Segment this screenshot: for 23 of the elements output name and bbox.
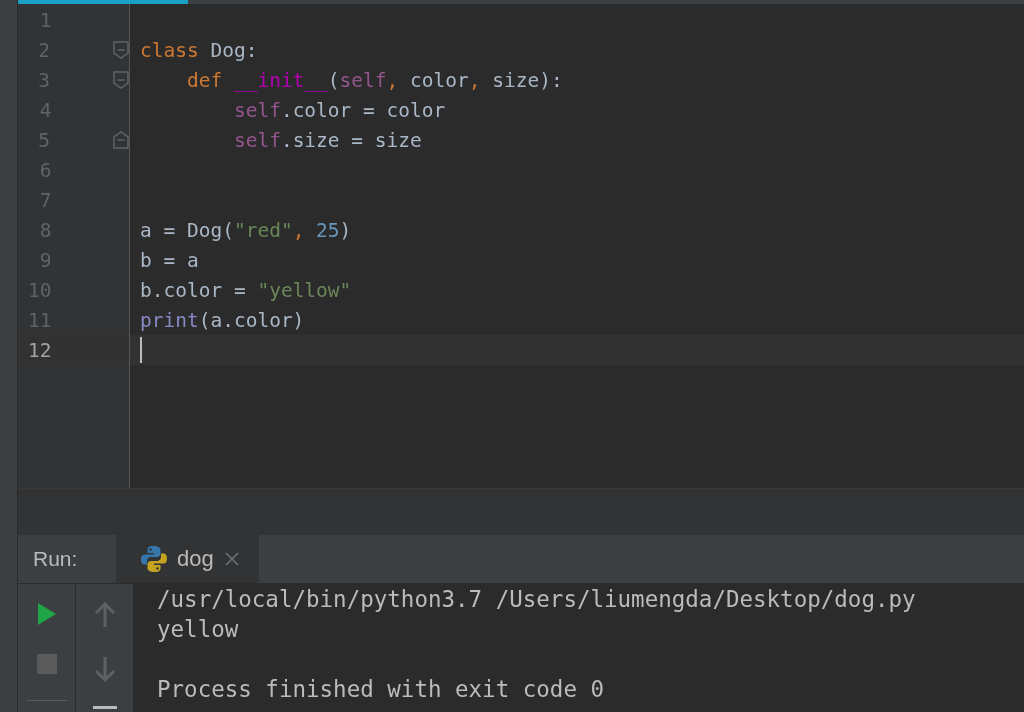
console-output-line: yellow	[157, 616, 239, 642]
code-line: class Dog:	[140, 38, 258, 62]
python-logo-icon	[140, 545, 168, 573]
fold-marker-icon[interactable]	[113, 41, 129, 59]
up-arrow-icon[interactable]	[93, 602, 116, 628]
close-icon[interactable]	[224, 552, 239, 566]
code-line: print(a.color)	[140, 308, 305, 332]
fold-marker-icon[interactable]	[113, 71, 129, 89]
stop-icon[interactable]	[36, 654, 57, 674]
code-line: def __init__(self, color, size):	[185, 68, 563, 92]
run-icon[interactable]	[35, 602, 58, 626]
code-line: b.color = "yellow"	[140, 278, 352, 302]
line-number: 12	[27, 338, 52, 362]
console-output-line: /usr/local/bin/python3.7 /Users/liumengda/Desktop/dog.py	[157, 586, 916, 612]
console-output-line: Process finished with exit code 0	[157, 676, 605, 702]
run-label: Run:	[32, 547, 79, 571]
code-line: b = a	[140, 248, 199, 272]
code-line: self.color = color	[232, 98, 446, 122]
fold-marker-icon[interactable]	[113, 131, 129, 149]
down-arrow-icon[interactable]	[93, 656, 116, 682]
run-tab[interactable]: dog	[116, 535, 259, 583]
code-line: self.size = size	[232, 128, 422, 152]
code-line: a = Dog("red", 25)	[140, 218, 352, 242]
